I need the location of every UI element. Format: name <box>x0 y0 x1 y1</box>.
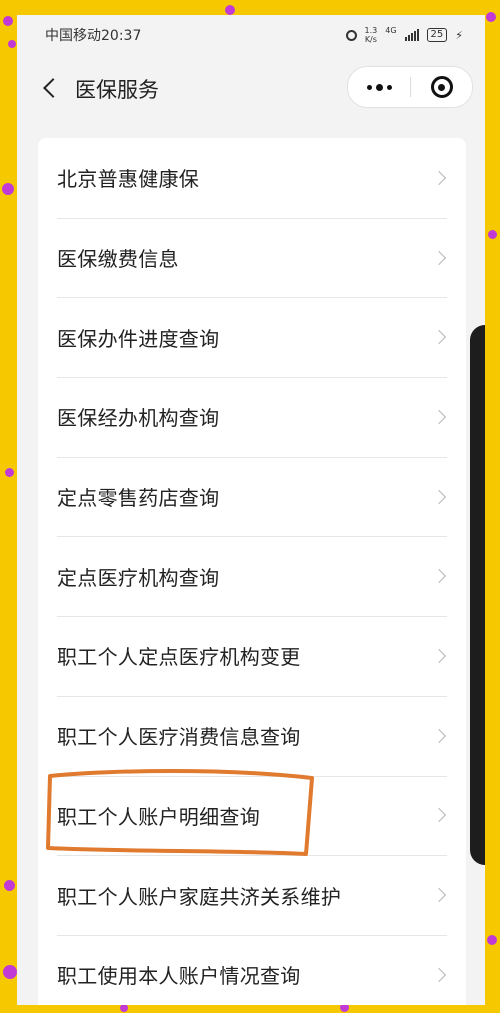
menu-item[interactable]: 职工个人账户家庭共济关系维护 <box>38 855 466 935</box>
page-title: 医保服务 <box>75 78 159 102</box>
status-bar: 中国移动20:37 1.3 K/s 4G 25 ⚡ <box>17 15 485 55</box>
decorative-dot <box>486 12 496 22</box>
chevron-right-icon <box>431 409 447 424</box>
chevron-right-icon <box>431 489 447 504</box>
chevron-right-icon <box>431 648 447 664</box>
chevron-right-icon <box>431 170 447 185</box>
menu-item[interactable]: 北京普惠健康保 <box>38 138 466 218</box>
menu-item-label: 北京普惠健康保 <box>57 167 200 192</box>
back-chevron-icon[interactable] <box>39 77 61 99</box>
carrier-time: 中国移动20:37 <box>45 28 142 44</box>
decorative-dot <box>4 880 15 891</box>
chevron-right-icon <box>431 728 447 743</box>
decorative-dot <box>488 230 497 239</box>
alarm-icon <box>345 29 357 41</box>
decorative-dot <box>120 1004 128 1012</box>
menu-item-label: 医保缴费信息 <box>57 247 179 272</box>
background-edge <box>470 325 485 865</box>
chevron-right-icon <box>431 887 447 903</box>
menu-item[interactable]: 定点医疗机构查询 <box>38 536 466 616</box>
menu-item[interactable]: 医保缴费信息 <box>38 217 466 298</box>
menu-item-label: 定点零售药店查询 <box>57 486 220 511</box>
mini-program-capsule <box>347 66 473 108</box>
menu-item[interactable]: 职工个人定点医疗机构变更 <box>38 616 466 696</box>
decorative-dot <box>2 183 14 195</box>
decorative-dot <box>225 5 235 15</box>
decorative-dot <box>487 935 497 945</box>
net-speed: 1.3 K/s <box>364 26 378 44</box>
chevron-right-icon <box>431 250 447 265</box>
chevron-right-icon <box>431 569 447 584</box>
menu-item-label: 职工个人定点医疗机构变更 <box>57 645 301 670</box>
more-dots-icon[interactable] <box>348 67 410 107</box>
menu-item-label: 定点医疗机构查询 <box>57 565 220 590</box>
menu-item-label: 职工个人账户家庭共济关系维护 <box>57 884 342 909</box>
menu-item[interactable]: 医保办件进度查询 <box>38 297 466 377</box>
decorative-dot <box>5 468 14 477</box>
decorative-dot <box>8 40 16 48</box>
chevron-right-icon <box>431 330 447 345</box>
menu-item-label: 医保经办机构查询 <box>57 406 220 431</box>
navigation-bar: 医保服务 <box>17 63 485 113</box>
signal-icon <box>404 29 419 41</box>
menu-item-label: 职工个人医疗消费信息查询 <box>57 725 301 750</box>
menu-item[interactable]: 职工使用本人账户情况查询 <box>38 934 466 1005</box>
menu-item-account-details[interactable]: 职工个人账户明细查询 <box>38 775 466 856</box>
decorative-dot <box>3 16 13 26</box>
menu-item[interactable]: 医保经办机构查询 <box>38 377 466 457</box>
phone-screen: 中国移动20:37 1.3 K/s 4G 25 ⚡ 医保服务 北京普惠健康保 医保… <box>17 15 485 1005</box>
chevron-right-icon <box>431 967 447 982</box>
status-icons: 1.3 K/s 4G 25 ⚡ <box>345 26 463 44</box>
network-type: 4G <box>385 26 397 35</box>
charging-icon: ⚡ <box>455 28 463 42</box>
chevron-right-icon <box>431 808 447 823</box>
battery-indicator: 25 <box>426 28 448 42</box>
menu-item-label: 职工个人账户明细查询 <box>57 804 260 829</box>
menu-item-label: 职工使用本人账户情况查询 <box>57 964 301 989</box>
menu-item[interactable]: 定点零售药店查询 <box>38 456 466 537</box>
menu-item[interactable]: 职工个人医疗消费信息查询 <box>38 695 466 776</box>
menu-item-label: 医保办件进度查询 <box>57 326 220 351</box>
close-circle-icon[interactable] <box>411 67 472 107</box>
decorative-dot <box>3 965 17 979</box>
service-menu-card: 北京普惠健康保 医保缴费信息 医保办件进度查询 医保经办机构查询 定点零售药店查… <box>38 138 466 1005</box>
